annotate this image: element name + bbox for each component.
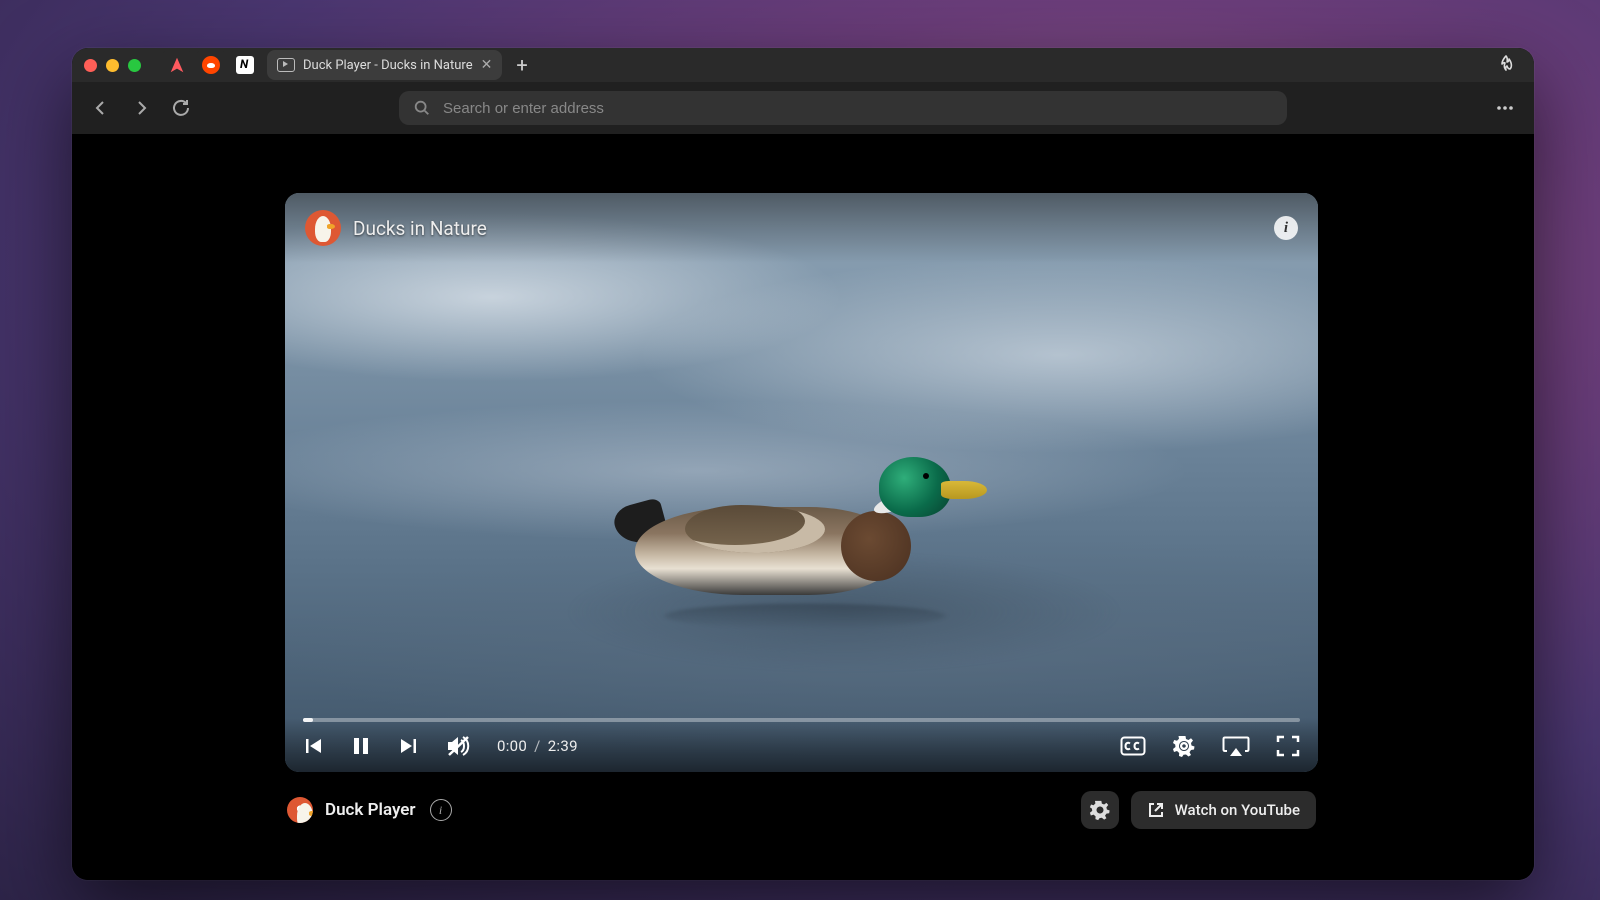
time-total: 2:39 [548, 737, 578, 755]
maximize-window-button[interactable] [128, 59, 141, 72]
watch-on-youtube-label: Watch on YouTube [1175, 801, 1300, 819]
video-progress-fill [303, 718, 313, 722]
titlebar: Duck Player - Ducks in Nature ✕ + [72, 48, 1534, 82]
pinned-tab-notion[interactable] [229, 51, 261, 79]
airbnb-icon [168, 56, 186, 74]
address-bar[interactable] [399, 91, 1287, 125]
pinned-tab-airbnb[interactable] [161, 51, 193, 79]
player-container: Ducks in Nature i [285, 193, 1318, 830]
address-input[interactable] [441, 99, 1273, 118]
video-controls-bar: 0:00 / 2:39 [285, 718, 1318, 772]
reload-button[interactable] [166, 93, 196, 123]
video-still-duck [605, 459, 975, 629]
pause-button[interactable] [351, 735, 371, 757]
pinned-tab-reddit[interactable] [195, 51, 227, 79]
video-info-button[interactable]: i [1274, 216, 1298, 240]
video-time-display: 0:00 / 2:39 [497, 737, 578, 755]
video-progress-bar[interactable] [303, 718, 1300, 722]
next-button[interactable] [397, 735, 419, 757]
video-header: Ducks in Nature i [285, 193, 1318, 263]
external-link-icon [1147, 801, 1165, 819]
tab-title: Duck Player - Ducks in Nature [303, 58, 473, 73]
fire-button[interactable] [1496, 54, 1516, 76]
player-brand-label: Duck Player [325, 800, 416, 820]
active-tab[interactable]: Duck Player - Ducks in Nature ✕ [267, 50, 502, 80]
player-info-button[interactable]: i [430, 799, 452, 821]
watch-on-youtube-button[interactable]: Watch on YouTube [1131, 791, 1316, 829]
overflow-menu-button[interactable] [1490, 93, 1520, 123]
captions-button[interactable] [1120, 736, 1146, 756]
close-tab-button[interactable]: ✕ [481, 58, 493, 72]
duckduckgo-logo-icon [305, 210, 341, 246]
mute-button[interactable] [445, 734, 471, 758]
settings-button[interactable] [1172, 734, 1196, 758]
fullscreen-button[interactable] [1276, 735, 1300, 757]
duckduckgo-logo-small-icon [287, 797, 313, 823]
airplay-button[interactable] [1222, 735, 1250, 757]
notion-icon [236, 56, 254, 74]
time-current: 0:00 [497, 737, 527, 755]
video-tab-icon [277, 58, 295, 72]
player-footer: Duck Player i Watch on YouTube [285, 790, 1318, 830]
new-tab-button[interactable]: + [516, 55, 527, 75]
reddit-icon [202, 56, 220, 74]
page-content: Ducks in Nature i [72, 134, 1534, 880]
video-player[interactable]: Ducks in Nature i [285, 193, 1318, 772]
forward-button[interactable] [126, 93, 156, 123]
player-settings-button[interactable] [1081, 791, 1119, 829]
toolbar [72, 82, 1534, 135]
pinned-tabs [161, 51, 261, 79]
video-title: Ducks in Nature [353, 217, 487, 240]
search-icon [413, 99, 431, 117]
previous-button[interactable] [303, 735, 325, 757]
close-window-button[interactable] [84, 59, 97, 72]
browser-window: Duck Player - Ducks in Nature ✕ + [72, 48, 1534, 880]
desktop-wallpaper: Duck Player - Ducks in Nature ✕ + [0, 0, 1600, 900]
time-separator: / [531, 737, 544, 755]
back-button[interactable] [86, 93, 116, 123]
minimize-window-button[interactable] [106, 59, 119, 72]
window-controls [84, 59, 141, 72]
